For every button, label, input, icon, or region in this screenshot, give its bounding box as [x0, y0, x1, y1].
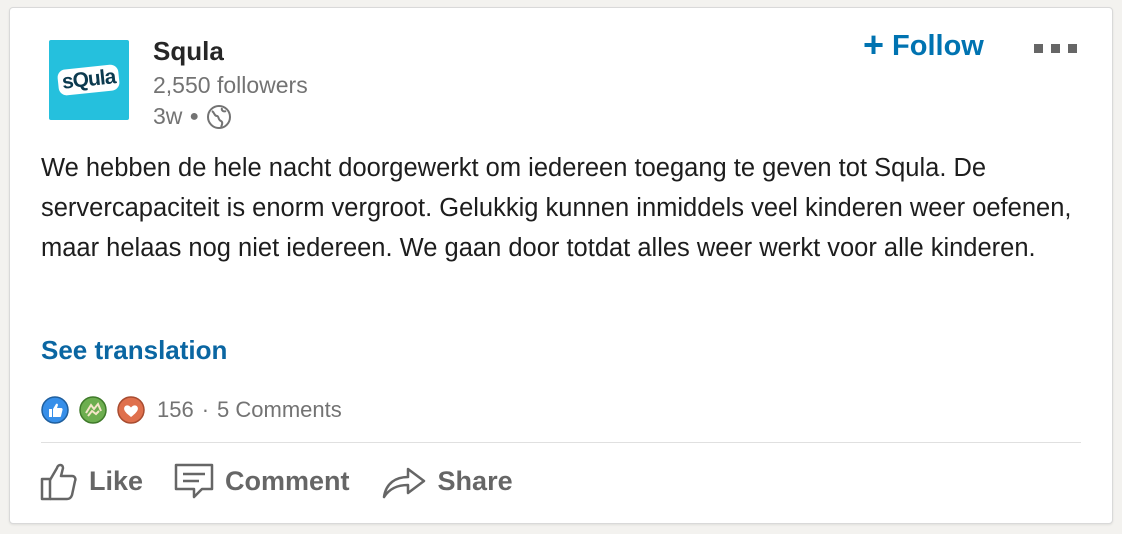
more-dot-icon — [1068, 43, 1077, 53]
comment-label: Comment — [225, 465, 350, 496]
like-label: Like — [89, 465, 144, 496]
like-reaction-icon[interactable] — [41, 396, 69, 424]
post-card: sQula Squla 2,550 followers 3w ● + Follo… — [9, 7, 1113, 524]
share-button[interactable]: Share — [380, 461, 513, 501]
celebrate-reaction-icon[interactable] — [79, 396, 107, 424]
company-name[interactable]: Squla — [153, 36, 224, 67]
count-separator: · — [201, 397, 210, 422]
comment-icon — [174, 463, 214, 499]
meta-separator: ● — [189, 107, 200, 125]
follower-count: 2,550 followers — [153, 72, 308, 98]
share-label: Share — [437, 465, 513, 496]
love-reaction-icon[interactable] — [117, 396, 145, 424]
thumbs-up-icon — [40, 463, 77, 501]
like-button[interactable]: Like — [39, 459, 143, 503]
globe-icon — [207, 104, 232, 129]
follow-button[interactable]: + Follow — [863, 23, 984, 65]
more-dot-icon — [1051, 43, 1060, 53]
reaction-count[interactable]: 156 — [157, 397, 194, 423]
comment-button[interactable]: Comment — [173, 461, 350, 501]
plus-icon: + — [863, 23, 885, 65]
company-logo[interactable]: sQula — [49, 40, 129, 120]
more-options-button[interactable] — [1034, 41, 1078, 55]
post-text: We hebben de hele nacht doorgewerkt om i… — [41, 154, 1072, 262]
see-translation-link[interactable]: See translation — [41, 335, 227, 366]
action-bar: Like Comment Share — [39, 459, 543, 503]
more-dot-icon — [1034, 43, 1043, 53]
company-logo-text: sQula — [57, 63, 121, 97]
follow-label: Follow — [892, 30, 984, 62]
post-meta: 3w ● — [153, 103, 232, 130]
share-icon — [382, 467, 425, 499]
divider — [41, 442, 1081, 443]
social-counts: 156 · 5 Comments — [41, 396, 342, 424]
comments-count[interactable]: 5 Comments — [217, 397, 342, 423]
post-age: 3w — [153, 103, 183, 129]
